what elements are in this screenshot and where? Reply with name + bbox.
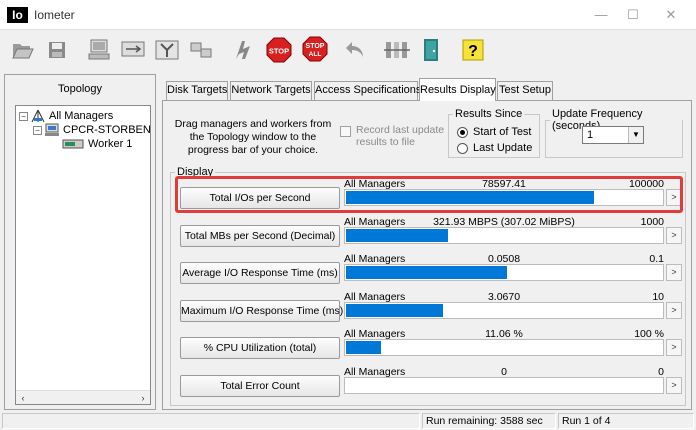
new-disk-worker-button[interactable] <box>84 35 114 65</box>
managers-icon <box>31 109 45 123</box>
floppy-disk-icon <box>49 42 65 58</box>
radio-label: Last Update <box>473 142 533 154</box>
network-worker-icon <box>121 41 145 57</box>
open-config-button[interactable] <box>8 35 38 65</box>
chevron-right-icon[interactable]: > <box>666 339 682 356</box>
collapse-icon[interactable]: − <box>19 111 28 121</box>
toolbar: STOP STOP ALL ? <box>0 31 696 71</box>
average-i-o-response-time-ms-button[interactable]: Average I/O Response Time (ms) <box>180 262 340 284</box>
about-button[interactable]: ? <box>458 35 488 65</box>
stop-sign-icon: STOP <box>266 37 292 63</box>
stop-button[interactable]: STOP <box>264 35 294 65</box>
tree-item-worker[interactable]: Worker 1 <box>62 137 132 151</box>
disk-worker-icon <box>62 139 84 149</box>
new-network-worker-button[interactable] <box>118 35 148 65</box>
title-bar: Io Iometer — ☐ ✕ <box>0 0 696 30</box>
tree-item-manager[interactable]: − CPCR-STORBENC <box>33 123 151 137</box>
total-error-count-button[interactable]: Total Error Count <box>180 375 340 397</box>
flag-icon <box>236 41 250 59</box>
radio-unselected-icon <box>457 142 468 154</box>
cpu-utilization-total-button[interactable]: % CPU Utilization (total) <box>180 337 340 359</box>
average-i-o-response-time-ms-bar[interactable] <box>344 264 664 281</box>
update-frequency-value: 1 <box>587 129 594 141</box>
progress-fill <box>346 229 448 242</box>
chevron-down-icon[interactable]: ▼ <box>628 127 643 143</box>
chevron-right-icon[interactable]: > <box>666 264 682 281</box>
progress-fill <box>346 341 381 354</box>
stop-all-button[interactable]: STOP ALL <box>300 35 330 65</box>
collapse-icon[interactable]: − <box>33 125 42 135</box>
progress-fill <box>346 266 507 279</box>
topology-panel: Topology − All Managers − CPCR-STORBENC … <box>4 74 156 410</box>
close-button[interactable]: ✕ <box>658 6 684 24</box>
tree-item-label: CPCR-STORBENC <box>63 124 151 136</box>
radio-selected-icon <box>457 126 468 138</box>
checkbox <box>340 126 351 137</box>
fork-icon <box>155 40 179 60</box>
topology-title: Topology <box>57 83 103 95</box>
exit-button[interactable] <box>416 35 446 65</box>
radio-start-of-test[interactable]: Start of Test <box>457 126 532 138</box>
stop-all-sublabel: ALL <box>309 51 322 58</box>
folder-open-icon <box>12 44 34 59</box>
tree-item-all-managers[interactable]: − All Managers <box>19 109 113 123</box>
save-config-button[interactable] <box>42 35 72 65</box>
window-title: Iometer <box>34 8 75 22</box>
progress-fill <box>346 304 443 317</box>
stop-label: STOP <box>269 47 289 56</box>
total-error-count-bar[interactable] <box>344 377 664 394</box>
run-count-status: Run 1 of 4 <box>558 413 694 429</box>
chevron-right-icon[interactable]: > <box>666 227 682 244</box>
total-mbs-per-second-decimal-button[interactable]: Total MBs per Second (Decimal) <box>180 225 340 247</box>
update-frequency-select[interactable]: 1 ▼ <box>582 126 644 144</box>
chevron-right-icon[interactable]: > <box>666 377 682 394</box>
topology-tree[interactable]: − All Managers − CPCR-STORBENC Worker 1 … <box>15 105 151 405</box>
scroll-right-icon[interactable]: › <box>136 391 150 404</box>
help-icon: ? <box>462 39 484 61</box>
tab-disk-targets[interactable]: Disk Targets <box>166 81 228 100</box>
results-since-group: Results Since Start of Test Last Update <box>448 108 540 158</box>
tree-item-label: All Managers <box>49 110 114 122</box>
computer-icon <box>45 123 59 136</box>
run-remaining-status: Run remaining: 3588 sec <box>422 413 556 429</box>
scroll-left-icon[interactable]: ‹ <box>16 391 30 404</box>
tab-results-display[interactable]: Results Display <box>419 78 496 101</box>
undo-arrow-icon <box>346 42 363 57</box>
maximize-button[interactable]: ☐ <box>620 6 646 24</box>
highlight-annotation <box>175 176 683 213</box>
tab-network-targets[interactable]: Network Targets <box>230 81 312 100</box>
help-label: ? <box>468 43 478 60</box>
minimize-button[interactable]: — <box>588 6 614 24</box>
radio-label: Start of Test <box>473 126 532 138</box>
network-icon <box>190 42 212 58</box>
cpu-utilization-total-bar[interactable] <box>344 339 664 356</box>
app-logo: Io <box>7 7 28 23</box>
status-cell-empty <box>2 413 420 429</box>
duplicate-worker-button[interactable] <box>152 35 182 65</box>
managers-icon <box>384 42 410 58</box>
disconnect-button[interactable] <box>186 35 216 65</box>
reset-workers-button[interactable] <box>340 35 370 65</box>
computer-icon <box>88 39 110 60</box>
tree-horizontal-scrollbar[interactable]: ‹ › <box>16 390 150 404</box>
stop-all-label: STOP <box>306 43 325 50</box>
chevron-right-icon[interactable]: > <box>666 302 682 319</box>
instructions-text: Drag managers and workers from the Topol… <box>174 118 332 156</box>
status-bar: Run remaining: 3588 sec Run 1 of 4 <box>0 412 696 430</box>
maximum-i-o-response-time-ms-button[interactable]: Maximum I/O Response Time (ms) <box>180 300 343 322</box>
record-results-label: Record last update results to file <box>356 124 445 148</box>
maximum-i-o-response-time-ms-bar[interactable] <box>344 302 664 319</box>
start-tests-button[interactable] <box>228 35 258 65</box>
reset-managers-button[interactable] <box>382 35 412 65</box>
results-since-title: Results Since <box>455 108 523 120</box>
tab-test-setup[interactable]: Test Setup <box>497 81 553 100</box>
record-results-checkbox: Record last update results to file <box>340 124 451 148</box>
tree-item-label: Worker 1 <box>88 138 133 150</box>
exit-door-icon <box>424 39 438 61</box>
tab-access-specifications[interactable]: Access Specifications <box>314 81 421 100</box>
radio-last-update[interactable]: Last Update <box>457 142 532 154</box>
stop-all-icon: STOPALL <box>302 36 328 62</box>
total-mbs-per-second-decimal-bar[interactable] <box>344 227 664 244</box>
